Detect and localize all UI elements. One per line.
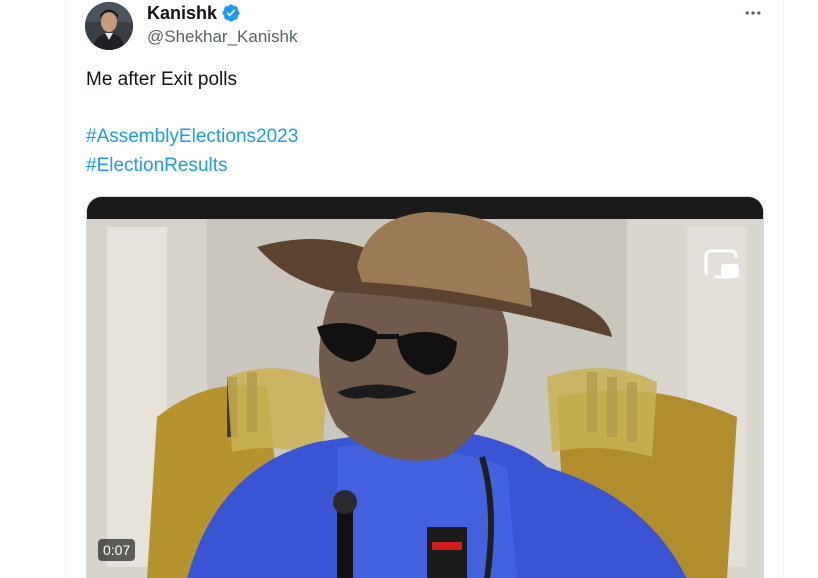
picture-in-picture-icon <box>704 249 739 279</box>
more-options-button[interactable] <box>741 1 765 25</box>
verified-badge-icon <box>221 3 241 23</box>
hashtag-link-election-results[interactable]: #ElectionResults <box>86 154 228 178</box>
picture-in-picture-button[interactable] <box>703 246 743 286</box>
video-frame <box>87 197 763 578</box>
video-player[interactable] <box>86 196 764 578</box>
video-duration-badge: 0:07 <box>98 539 136 561</box>
author-avatar[interactable] <box>85 2 133 50</box>
author-display-name[interactable]: Kanishk <box>147 2 217 24</box>
author-name[interactable]: Kanishk <box>147 2 241 24</box>
tweet-text: Me after Exit polls <box>86 69 237 90</box>
more-options-icon <box>745 11 761 15</box>
author-handle[interactable]: @Shekhar_Kanishk <box>147 27 298 47</box>
avatar-image <box>85 2 133 50</box>
hashtag-link-assembly-elections[interactable]: #AssemblyElections2023 <box>86 125 298 149</box>
